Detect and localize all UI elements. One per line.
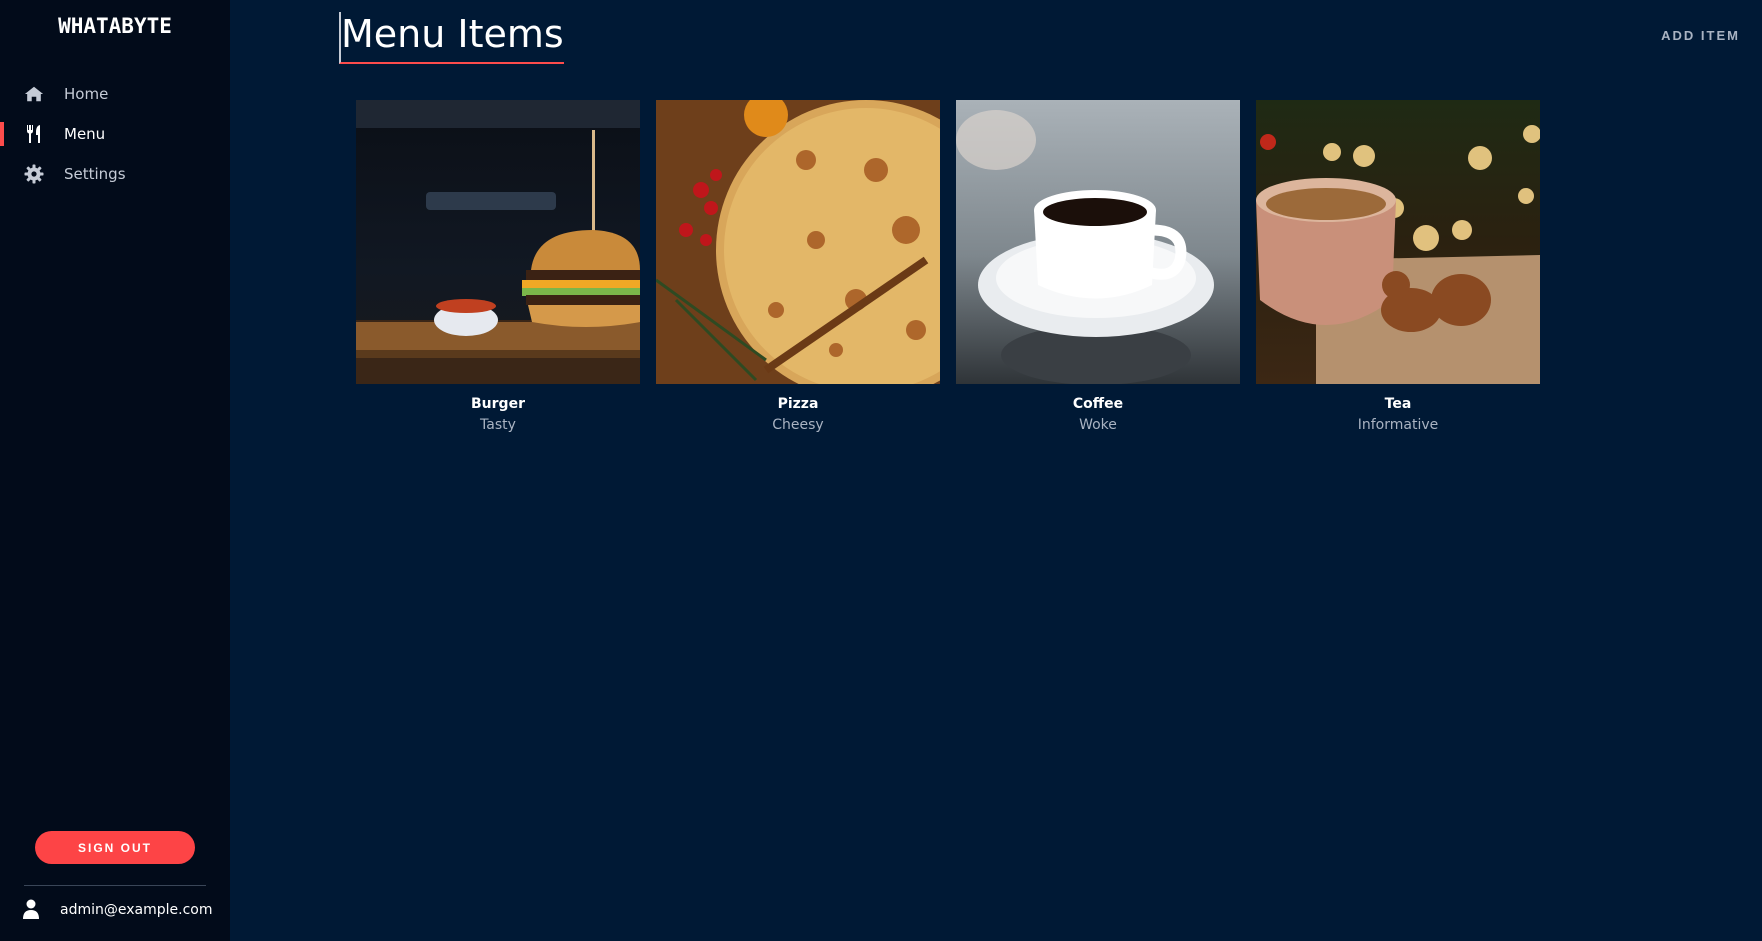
sidebar-item-label: Home xyxy=(64,85,109,103)
coffee-photo xyxy=(956,100,1240,384)
sidebar-item-label: Settings xyxy=(64,165,126,183)
menu-item-name: Tea xyxy=(1384,396,1412,412)
sidebar: WHATABYTE Home Menu Settings SIGN OUT ad… xyxy=(0,0,230,941)
sidebar-item-settings[interactable]: Settings xyxy=(0,154,230,194)
menu-grid: Burger Tasty Pizza Cheesy Coffee Woke Te… xyxy=(356,100,1556,433)
home-icon xyxy=(24,84,44,104)
user-email: admin@example.com xyxy=(60,902,213,918)
brand-logo[interactable]: WHATABYTE xyxy=(0,14,230,38)
sidebar-item-menu[interactable]: Menu xyxy=(0,114,230,154)
menu-item-description: Tasty xyxy=(480,417,516,433)
sidebar-divider xyxy=(24,885,206,886)
tea-photo xyxy=(1256,100,1540,384)
menu-item-name: Burger xyxy=(471,396,525,412)
sidebar-item-home[interactable]: Home xyxy=(0,74,230,114)
sidebar-nav: Home Menu Settings xyxy=(0,74,230,194)
user-profile[interactable]: admin@example.com xyxy=(22,899,212,921)
utensils-icon xyxy=(24,124,44,144)
menu-item-card[interactable]: Burger Tasty xyxy=(356,100,640,433)
user-icon xyxy=(22,899,42,921)
menu-item-name: Coffee xyxy=(1072,396,1124,412)
menu-item-description: Informative xyxy=(1357,417,1439,433)
menu-item-card[interactable]: Pizza Cheesy xyxy=(656,100,940,433)
pizza-photo xyxy=(656,100,940,384)
menu-item-name: Pizza xyxy=(777,396,819,412)
menu-item-card[interactable]: Tea Informative xyxy=(1256,100,1540,433)
burger-photo xyxy=(356,100,640,384)
sign-out-button[interactable]: SIGN OUT xyxy=(35,831,195,864)
menu-item-card[interactable]: Coffee Woke xyxy=(956,100,1240,433)
add-item-button[interactable]: ADD ITEM xyxy=(1661,28,1740,43)
menu-item-description: Cheesy xyxy=(772,417,824,433)
page-title: Menu Items xyxy=(339,12,564,64)
gear-icon xyxy=(24,164,44,184)
sidebar-item-label: Menu xyxy=(64,125,106,143)
menu-item-description: Woke xyxy=(1079,417,1117,433)
